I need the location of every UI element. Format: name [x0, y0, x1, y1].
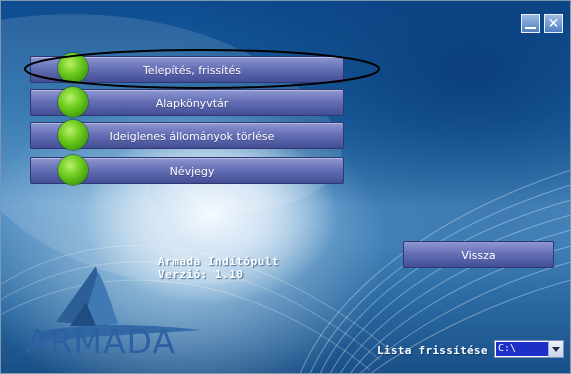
- launcher-window: ✕ Telepítés, frissítés Alapkönyvtár Idei…: [0, 0, 571, 374]
- green-orb-icon: [58, 87, 88, 117]
- chevron-down-icon[interactable]: [548, 341, 563, 357]
- minimize-icon: [525, 26, 536, 29]
- close-button[interactable]: ✕: [544, 14, 563, 33]
- minimize-button[interactable]: [521, 14, 540, 33]
- green-orb-icon: [58, 53, 88, 83]
- close-icon: ✕: [547, 15, 560, 32]
- drive-select-value: C:\: [496, 342, 548, 356]
- back-button[interactable]: Vissza: [403, 241, 554, 268]
- drive-select[interactable]: C:\: [494, 340, 564, 358]
- green-orb-icon: [58, 155, 88, 185]
- refresh-list-label: Lista frissítése ->: [377, 344, 509, 357]
- green-orb-icon: [58, 120, 88, 150]
- armada-logo-text: ARMADA: [26, 322, 176, 361]
